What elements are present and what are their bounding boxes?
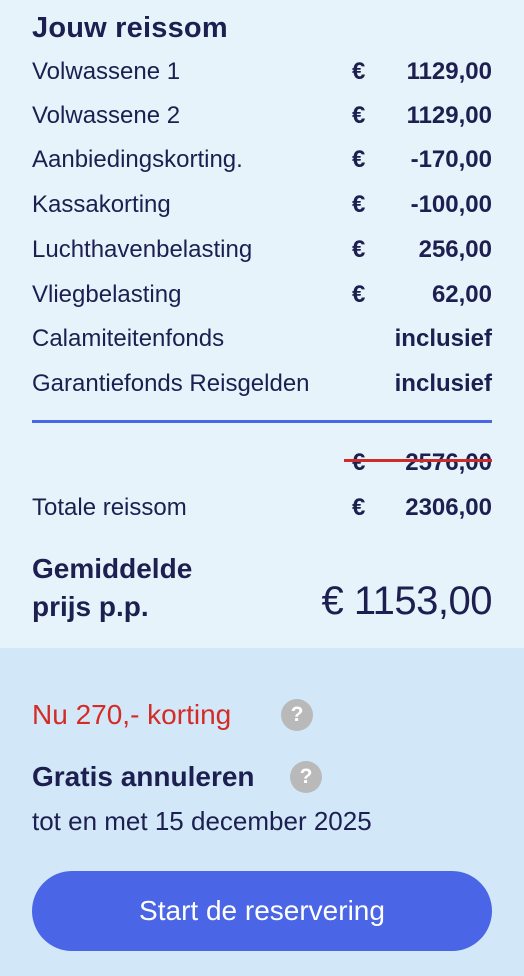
discount-text: Nu 270,- korting [32, 699, 232, 730]
strikethrough-line [344, 459, 492, 462]
price-row: Volwassene 1 € 1129,00 [32, 55, 492, 89]
row-amount: inclusief [394, 325, 492, 352]
free-cancellation-title: Gratis annuleren [32, 761, 255, 792]
row-label: Kassakorting [32, 191, 171, 218]
row-amount: -100,00 [410, 191, 492, 218]
row-currency: € [352, 146, 366, 173]
row-label: Garantiefonds Reisgelden [32, 370, 310, 397]
row-label: Luchthavenbelasting [32, 236, 253, 263]
row-currency: € [352, 58, 366, 85]
average-price-value: € 1153,00 [321, 579, 493, 623]
average-label-line2: prijs p.p. [32, 591, 149, 622]
start-reservation-button[interactable]: Start de reservering [32, 871, 492, 951]
price-row: Calamiteitenfonds inclusief [32, 322, 492, 356]
price-row: Vliegbelasting € 62,00 [32, 278, 492, 312]
price-row: Luchthavenbelasting € 256,00 [32, 233, 492, 267]
price-row: Aanbiedingskorting. € -170,00 [32, 143, 492, 177]
original-total-row: € 2576,00 [32, 446, 492, 480]
row-label: Volwassene 2 [32, 102, 181, 129]
summary-divider [32, 420, 492, 423]
row-currency: € [352, 236, 366, 263]
help-icon[interactable]: ? [290, 761, 322, 793]
total-label: Totale reissom [32, 494, 187, 521]
free-cancellation-date: tot en met 15 december 2025 [32, 806, 372, 836]
row-label: Volwassene 1 [32, 58, 181, 85]
row-amount: -170,00 [410, 146, 492, 173]
row-currency: € [352, 191, 366, 218]
row-amount: 62,00 [431, 281, 492, 308]
help-icon[interactable]: ? [281, 699, 313, 731]
row-currency: € [352, 102, 366, 129]
row-label: Aanbiedingskorting. [32, 146, 243, 173]
average-price-label: Gemiddelde prijs p.p. [32, 550, 192, 626]
row-amount: 1129,00 [406, 58, 492, 85]
row-amount: inclusief [394, 370, 492, 397]
total-row: Totale reissom € 2306,00 [32, 491, 492, 525]
price-summary-panel: Jouw reissom Volwassene 1 € 1129,00 Volw… [0, 0, 524, 648]
average-label-line1: Gemiddelde [32, 553, 193, 584]
price-row: Volwassene 2 € 1129,00 [32, 99, 492, 133]
row-currency: € [352, 281, 366, 308]
original-total-currency: € [352, 449, 366, 476]
row-amount: 256,00 [418, 236, 492, 263]
summary-title: Jouw reissom [32, 12, 228, 44]
price-row: Garantiefonds Reisgelden inclusief [32, 367, 492, 401]
row-label: Calamiteitenfonds [32, 325, 225, 352]
original-total-amount: 2576,00 [405, 449, 492, 476]
total-currency: € [352, 494, 366, 521]
row-amount: 1129,00 [406, 102, 492, 129]
total-amount: 2306,00 [405, 494, 492, 521]
row-label: Vliegbelasting [32, 281, 182, 308]
price-row: Kassakorting € -100,00 [32, 188, 492, 222]
